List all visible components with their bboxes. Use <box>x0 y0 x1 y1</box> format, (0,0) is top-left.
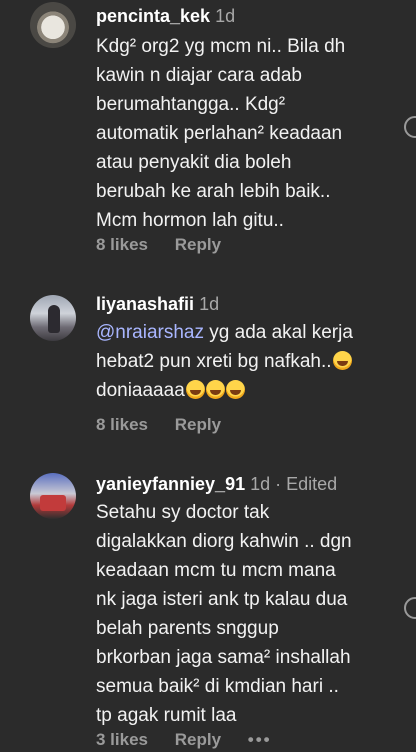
comment-line: belah parents snggup <box>96 618 279 639</box>
comment-line: Mcm hormon lah gitu.. <box>96 210 284 231</box>
likes-count[interactable]: 8 likes <box>96 235 148 254</box>
username-line: liyanashafii 1d <box>96 294 219 315</box>
comment-line: berubah ke arah lebih baik.. <box>96 181 331 202</box>
edited-label: · Edited <box>270 474 338 494</box>
username[interactable]: yanieyfanniey_91 <box>96 474 245 494</box>
username-line: pencinta_kek 1d <box>96 6 235 27</box>
comment-text: @nraiarshaz yg ada akal kerja hebat2 pun… <box>96 318 396 405</box>
likes-count[interactable]: 8 likes <box>96 415 148 434</box>
more-options-icon[interactable]: ••• <box>248 730 272 749</box>
timestamp: 1d <box>199 294 220 314</box>
comment-line: @nraiarshaz yg ada akal kerja <box>96 322 353 343</box>
like-heart-icon[interactable] <box>404 116 416 138</box>
comment-actions: 8 likes Reply <box>96 415 243 435</box>
reply-button[interactable]: Reply <box>175 235 221 254</box>
comment-line: doniaaaaa <box>96 376 396 405</box>
grinning-emoji-icon <box>225 380 245 399</box>
reply-button[interactable]: Reply <box>175 730 221 749</box>
avatar[interactable] <box>30 2 76 48</box>
avatar[interactable] <box>30 473 76 519</box>
username-line: yanieyfanniey_91 1d · Edited <box>96 474 337 495</box>
comment-line: nk jaga isteri ank tp kalau dua <box>96 589 348 610</box>
username[interactable]: pencinta_kek <box>96 6 210 26</box>
comment-line: Setahu sy doctor tak <box>96 502 270 523</box>
comment-line: brkorban jaga sama² inshallah <box>96 647 351 668</box>
comment-line: keadaan mcm tu mcm mana <box>96 560 336 581</box>
comment-text: Setahu sy doctor tak digalakkan diorg ka… <box>96 498 396 730</box>
timestamp: 1d <box>215 6 236 26</box>
comment-line: Kdg² org2 yg mcm ni.. Bila dh <box>96 36 346 57</box>
comment-line: automatik perlahan² keadaan <box>96 123 343 144</box>
grinning-emoji-icon <box>185 380 205 399</box>
comment-text: Kdg² org2 yg mcm ni.. Bila dh kawin n di… <box>96 32 396 235</box>
comment-line: tp agak rumit laa <box>96 705 237 726</box>
avatar[interactable] <box>30 295 76 341</box>
comment-line: kawin n diajar cara adab <box>96 65 302 86</box>
comment-line: hebat2 pun xreti bg nafkah.. <box>96 347 396 376</box>
comment-line: digalakkan diorg kahwin .. dgn <box>96 531 352 552</box>
comment-line: semua baik² di kmdian hari .. <box>96 676 339 697</box>
timestamp: 1d <box>250 474 271 494</box>
likes-count[interactable]: 3 likes <box>96 730 148 749</box>
username[interactable]: liyanashafii <box>96 294 194 314</box>
grinning-emoji-icon <box>205 380 225 399</box>
reply-button[interactable]: Reply <box>175 415 221 434</box>
like-heart-icon[interactable] <box>404 597 416 619</box>
comment-actions: 3 likes Reply ••• <box>96 730 294 750</box>
mention-link[interactable]: @nraiarshaz <box>96 322 204 343</box>
laughing-emoji-icon <box>332 351 352 370</box>
comment-line: berumahtangga.. Kdg² <box>96 94 286 115</box>
comment-actions: 8 likes Reply <box>96 235 243 255</box>
comment-line: atau penyakit dia boleh <box>96 152 292 173</box>
